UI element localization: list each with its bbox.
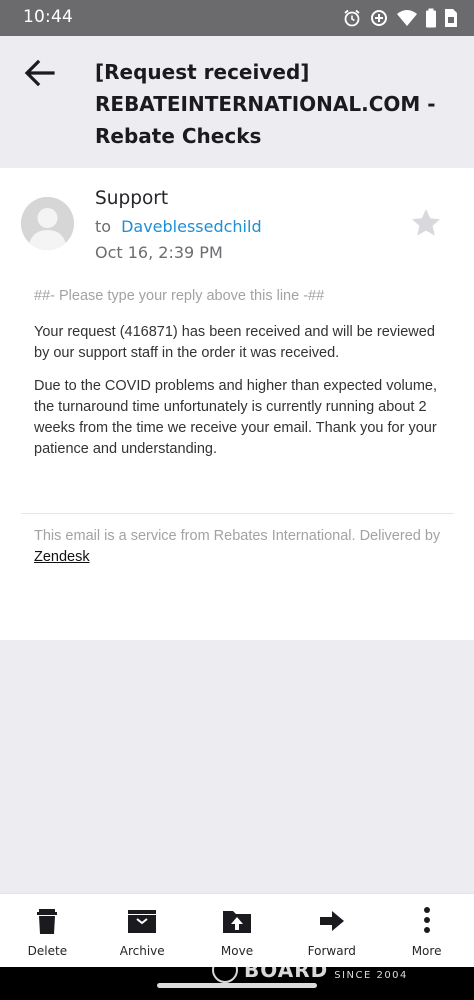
delete-label: Delete: [27, 944, 68, 958]
arrow-left-icon: [24, 59, 55, 87]
watermark-logo-icon: [212, 957, 238, 983]
email-subject: [Request received] REBATEINTERNATIONAL.C…: [95, 60, 436, 148]
message-body: ##- Please type your reply above this li…: [34, 286, 439, 472]
message-paragraph: Due to the COVID problems and higher tha…: [34, 378, 438, 457]
trash-icon: [37, 909, 58, 934]
to-label: to: [95, 217, 112, 236]
back-button[interactable]: [22, 58, 58, 88]
archive-label: Archive: [119, 944, 165, 958]
reply-marker: ##- Please type your reply above this li…: [34, 288, 325, 304]
message-paragraph: Your request (416871) has been received …: [34, 324, 435, 361]
status-time: 10:44: [23, 7, 73, 27]
watermark-since: SINCE 2004: [334, 969, 408, 981]
archive-button[interactable]: Archive: [95, 894, 190, 968]
status-bar: 10:44: [0, 0, 474, 36]
recipient-line: to Daveblessedchild: [95, 217, 262, 236]
alarm-icon: [344, 9, 360, 27]
status-icons: [342, 6, 458, 30]
sender-name: Support: [95, 188, 169, 209]
data-saver-icon: [371, 10, 387, 26]
recipient-name[interactable]: Daveblessedchild: [121, 217, 262, 236]
footer-divider: [21, 513, 454, 514]
message-footer: This email is a service from Rebates Int…: [34, 526, 444, 568]
archive-icon: [128, 910, 157, 933]
star-icon: [412, 209, 440, 236]
email-header: [Request received] REBATEINTERNATIONAL.C…: [0, 36, 474, 168]
wifi-icon: [397, 10, 417, 26]
more-vertical-icon: [423, 907, 430, 933]
sim-icon: [445, 9, 457, 27]
user-avatar-icon: [21, 197, 74, 250]
watermark: BOARD SINCE 2004: [212, 955, 408, 985]
star-button[interactable]: [410, 207, 442, 239]
zendesk-link[interactable]: Zendesk: [34, 549, 90, 565]
avatar[interactable]: [21, 197, 74, 250]
delete-button[interactable]: Delete: [0, 894, 95, 968]
watermark-text: BOARD: [244, 958, 329, 982]
forward-arrow-icon: [319, 911, 344, 931]
footer-text: This email is a service from Rebates Int…: [34, 528, 441, 544]
message-card: Support to Daveblessedchild Oct 16, 2:39…: [0, 168, 474, 640]
move-folder-icon: [222, 911, 251, 933]
message-date: Oct 16, 2:39 PM: [95, 243, 223, 262]
battery-icon: [426, 8, 436, 28]
